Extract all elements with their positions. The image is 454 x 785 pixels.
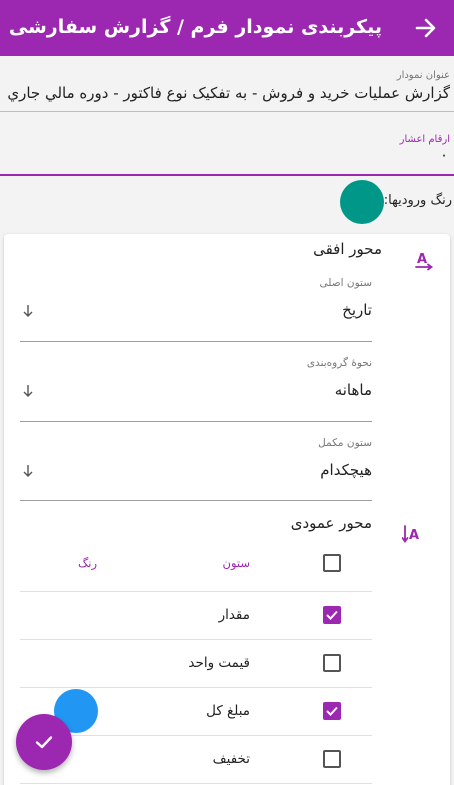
app-bar: پیکربندی نمودار فرم / گزارش سفارشی	[0, 0, 454, 56]
decimals-input[interactable]: ۰	[440, 146, 448, 164]
arrow-down-icon[interactable]	[21, 463, 35, 477]
row-label: مبلغ کل	[206, 703, 250, 719]
arrow-down-icon[interactable]	[21, 303, 35, 317]
complementary-column-underline	[20, 500, 372, 501]
row-label: قیمت واحد	[188, 655, 250, 671]
row-divider	[20, 735, 372, 736]
grouping-select[interactable]: ماهانه	[335, 381, 372, 399]
svg-text:A: A	[417, 252, 427, 267]
complementary-column-label: ستون مکمل	[318, 437, 372, 449]
chart-title-underline	[0, 111, 454, 112]
row-divider	[20, 783, 372, 784]
column-header: ستون	[222, 556, 251, 570]
horizontal-axis-title: محور افقی	[313, 240, 382, 258]
decimals-label: ارقام اعشار	[399, 134, 450, 145]
row-divider	[20, 639, 372, 640]
chart-title-input[interactable]: گزارش عمليات خريد و فروش - به تفکيک نوع …	[7, 84, 450, 102]
axes-card: A محور افقی ستون اصلی تاریخ نحوهٔ گروه‌ب…	[4, 234, 450, 785]
row-checkbox[interactable]	[323, 702, 341, 720]
color-header: رنگ	[77, 556, 97, 570]
horizontal-axis-icon: A	[414, 250, 436, 272]
row-label: مقدار	[218, 607, 250, 623]
row-checkbox[interactable]	[323, 606, 341, 624]
main-column-label: ستون اصلی	[319, 277, 373, 289]
main-column-select[interactable]: تاریخ	[342, 301, 372, 319]
input-color-swatch[interactable]	[340, 180, 384, 224]
grouping-underline	[20, 421, 372, 422]
row-label: تخفیف	[212, 751, 250, 767]
arrow-down-icon[interactable]	[21, 383, 35, 397]
row-divider	[20, 591, 372, 592]
svg-text:A: A	[409, 528, 419, 543]
vertical-axis-title: محور عمودی	[290, 514, 372, 532]
select-all-checkbox[interactable]	[323, 554, 341, 572]
check-icon	[35, 736, 53, 749]
arrow-right-icon[interactable]	[412, 14, 440, 42]
chart-title-label: عنوان نمودار	[396, 70, 450, 81]
input-color-label: رنگ ورودیها:	[383, 193, 452, 208]
row-divider	[20, 687, 372, 688]
row-checkbox[interactable]	[323, 654, 341, 672]
row-checkbox[interactable]	[323, 750, 341, 768]
decimals-underline	[0, 174, 454, 176]
vertical-axis-icon: A	[401, 523, 424, 545]
main-column-underline	[20, 341, 372, 342]
complementary-column-select[interactable]: هیچکدام	[320, 461, 372, 479]
page-title: پیکربندی نمودار فرم / گزارش سفارشی	[8, 16, 382, 38]
confirm-fab-button[interactable]	[16, 714, 72, 770]
grouping-label: نحوهٔ گروه‌بندی	[306, 357, 372, 369]
